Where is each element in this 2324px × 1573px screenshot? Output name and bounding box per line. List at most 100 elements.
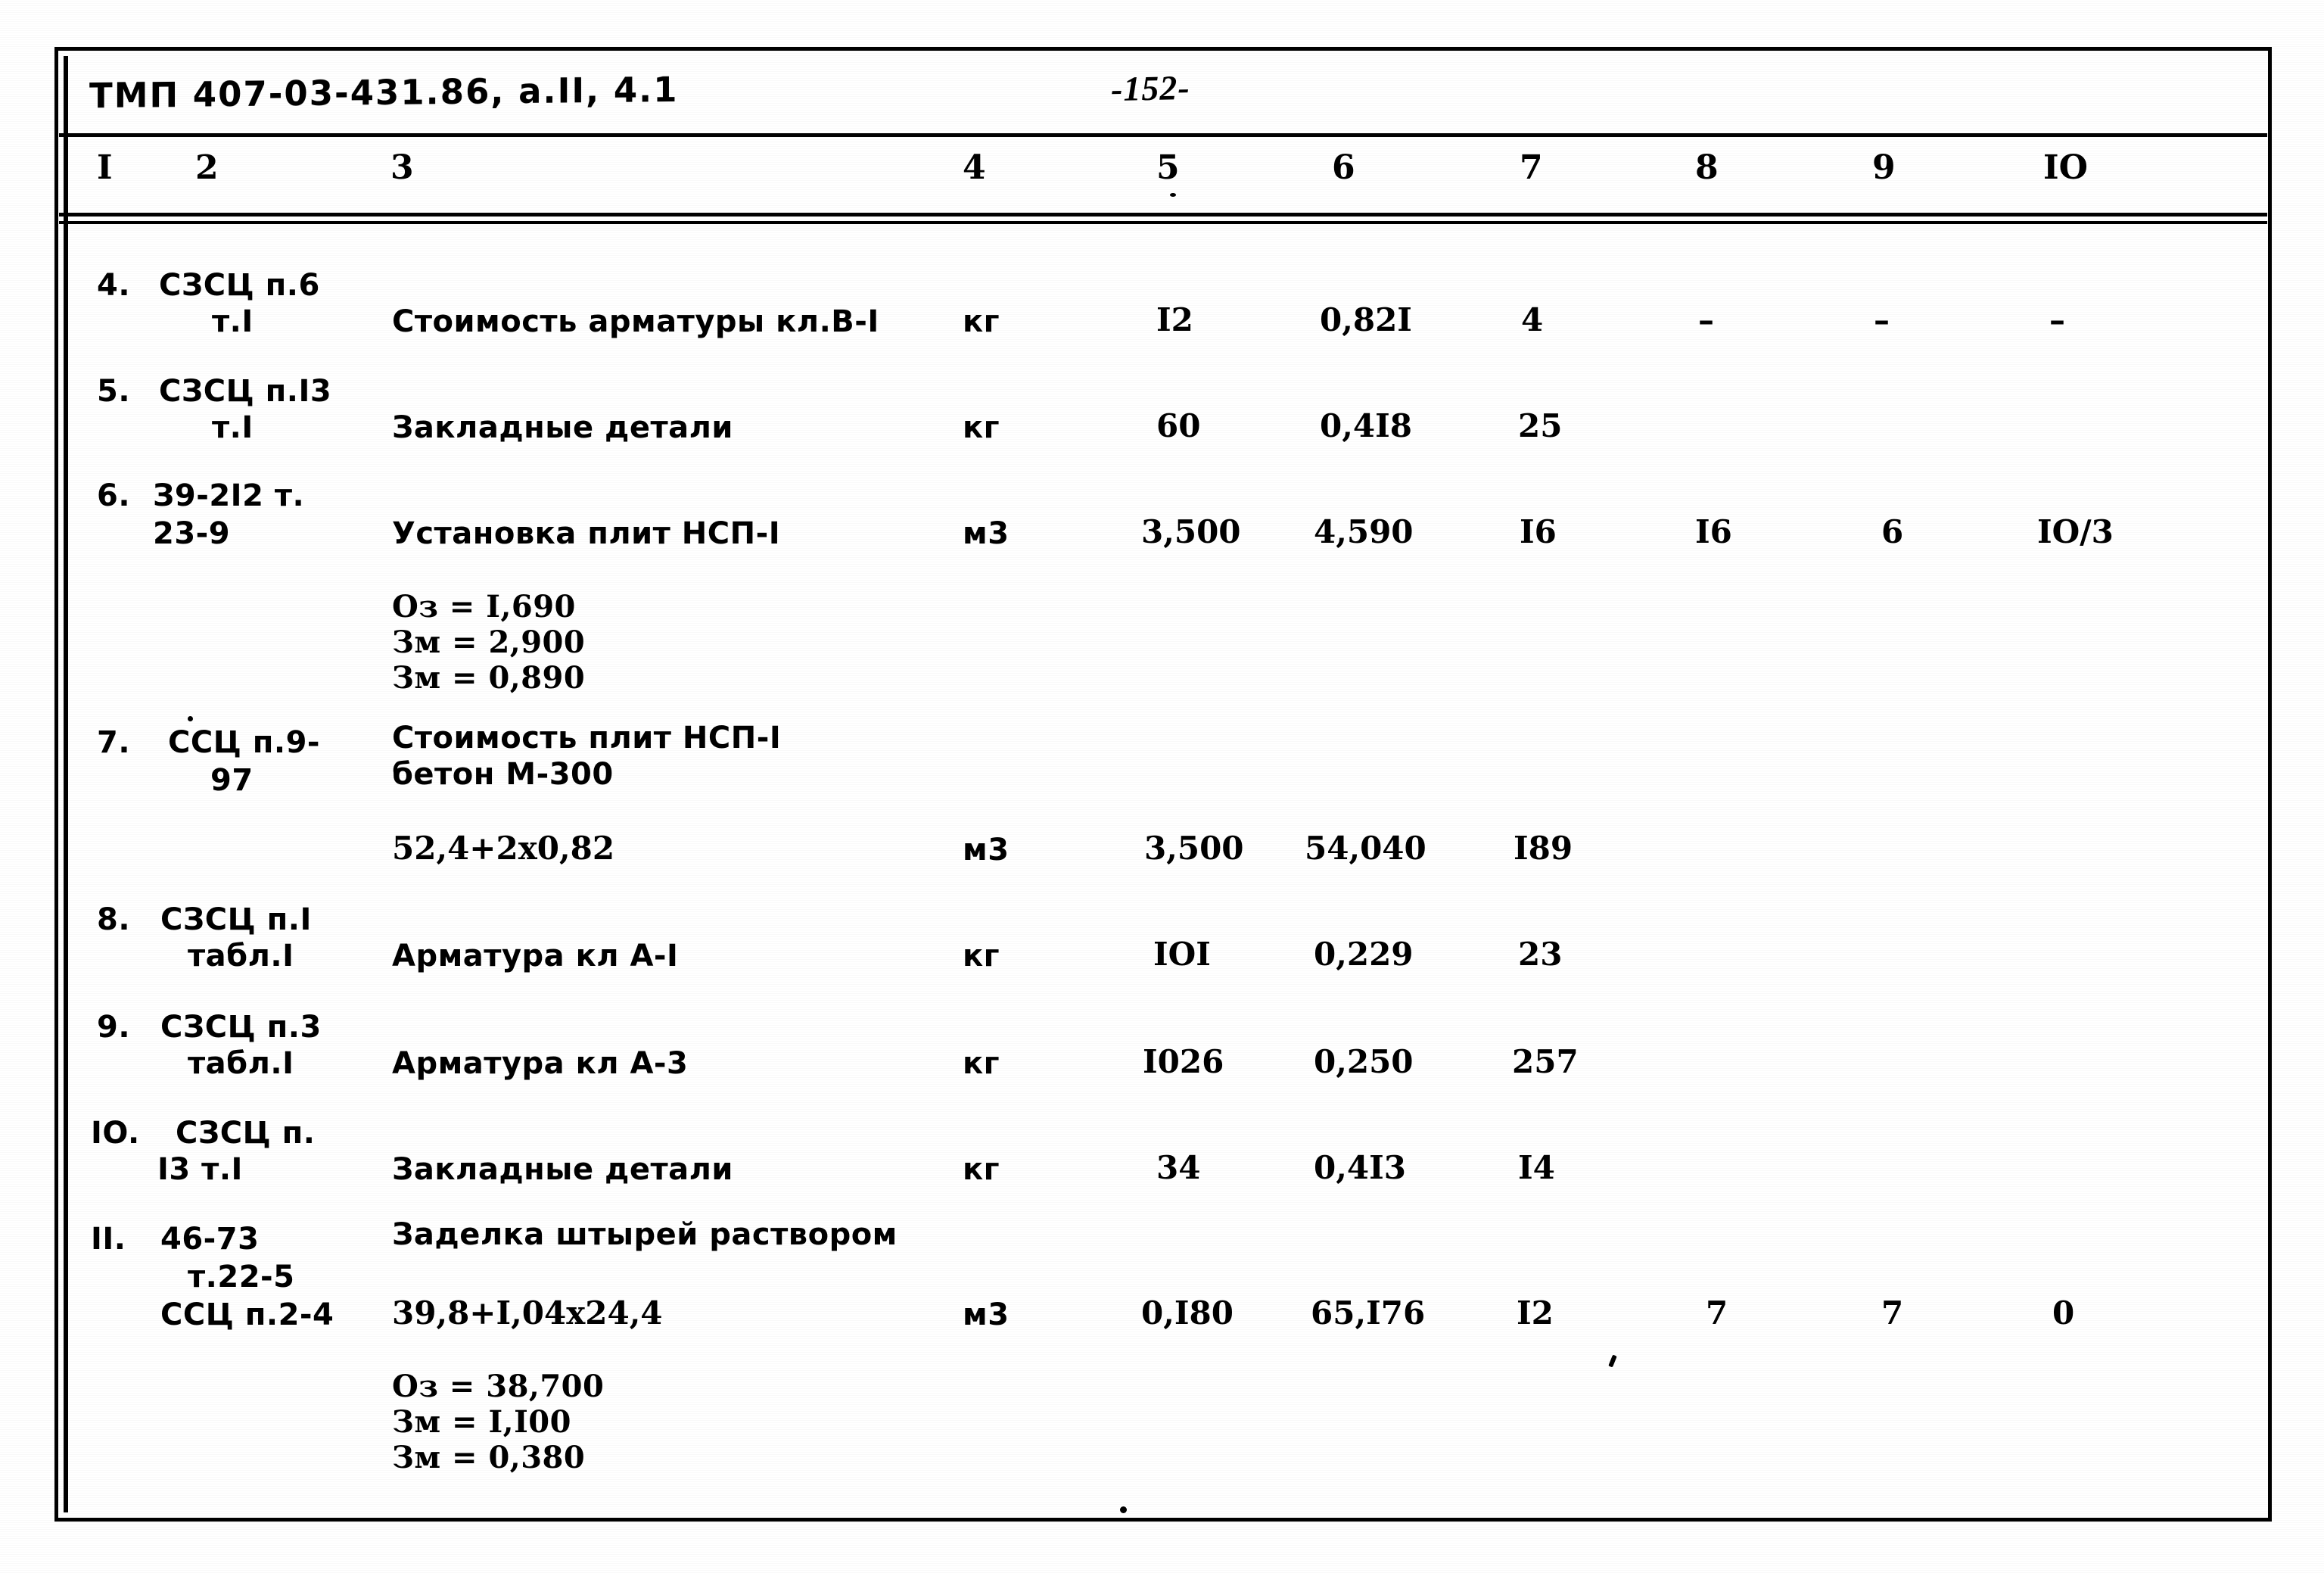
row-subline: Зм = I,I00 <box>392 1404 571 1440</box>
row-col5: I2 <box>1156 301 1193 338</box>
row-col5: 34 <box>1156 1149 1201 1186</box>
row-col7: 4 <box>1521 301 1544 338</box>
row-subline: Оз = 38,700 <box>392 1369 605 1404</box>
row-col7: 23 <box>1518 936 1563 973</box>
row-reference-1: СЗСЦ п.3 <box>160 1010 322 1045</box>
row-unit: кг <box>963 1046 1000 1081</box>
row-reference-3: ССЦ п.2-4 <box>160 1297 334 1332</box>
row-reference-2: т.I <box>212 410 254 445</box>
row-col5: 60 <box>1156 407 1201 444</box>
row-col5: 3,500 <box>1141 513 1241 550</box>
row-col6: 0,4I3 <box>1314 1149 1406 1186</box>
row-reference-2: I3 т.I <box>157 1152 243 1187</box>
row-col8: – <box>1698 301 1714 338</box>
row-col8: 7 <box>1706 1294 1728 1332</box>
row-number: 6. <box>97 478 131 513</box>
column-header-divider-bottom <box>59 221 2267 224</box>
row-reference-1: ССЦ п.9- <box>168 725 321 760</box>
row-col10: 0 <box>2052 1294 2075 1332</box>
row-col8: I6 <box>1695 513 1732 550</box>
row-number: 5. <box>97 374 131 409</box>
column-header-7: 7 <box>1520 148 1543 187</box>
row-reference-1: 46-73 <box>160 1222 260 1257</box>
row-description: Арматура кл А-3 <box>392 1046 689 1081</box>
row-col7: I2 <box>1517 1294 1554 1332</box>
row-unit: м3 <box>963 1297 1010 1332</box>
row-unit: кг <box>963 939 1000 973</box>
row-subline: Оз = I,690 <box>392 589 576 625</box>
row-number: 9. <box>97 1010 131 1045</box>
row-reference-2: 97 <box>210 763 254 798</box>
row-description: Стоимость плит НСП-I <box>392 721 782 755</box>
row-col6: 65,I76 <box>1311 1294 1426 1332</box>
row-number: 7. <box>97 725 131 760</box>
row-col10: – <box>2049 301 2065 338</box>
row-col9: 6 <box>1881 513 1904 550</box>
row-reference-2: т.I <box>212 304 254 339</box>
row-description: Установка плит НСП-I <box>392 516 781 551</box>
row-col9: – <box>1874 301 1890 338</box>
row-description: Арматура кл А-I <box>392 939 679 973</box>
row-col7: I6 <box>1520 513 1557 550</box>
row-reference-2: табл.I <box>188 1046 294 1081</box>
column-header-5: 5 <box>1156 148 1180 187</box>
row-formula: 39,8+I,04х24,4 <box>392 1294 663 1332</box>
row-number: 4. <box>97 268 131 303</box>
column-header-10: IO <box>2043 148 2088 187</box>
row-number: 8. <box>97 902 131 937</box>
row-description-2: бетон М-300 <box>392 757 614 792</box>
row-col6: 0,4I8 <box>1320 407 1412 444</box>
table-column-headers: I 2 3 4 5 6 7 8 9 IO <box>0 148 2324 209</box>
row-col10: IO/3 <box>2037 513 2114 550</box>
row-col7: 257 <box>1512 1043 1579 1080</box>
column-header-divider-top <box>59 213 2267 216</box>
row-col6: 0,250 <box>1314 1043 1414 1080</box>
row-unit: кг <box>963 410 1000 445</box>
scan-speck <box>1120 1506 1127 1513</box>
row-col7: I4 <box>1518 1149 1555 1186</box>
row-col7: I89 <box>1514 830 1573 867</box>
document-code: ТМП 407-03-431.86, а.II, 4.1 <box>89 69 679 117</box>
row-reference-1: СЗСЦ п.6 <box>159 268 320 303</box>
row-col5: I026 <box>1143 1043 1224 1080</box>
row-formula: 52,4+2х0,82 <box>392 830 615 867</box>
scan-speck <box>188 716 193 721</box>
row-subline: Зм = 0,890 <box>392 660 586 696</box>
row-description: Закладные детали <box>392 1152 733 1187</box>
row-reference-1: З9-2I2 т. <box>153 478 305 513</box>
row-number: II. <box>91 1222 126 1257</box>
header-divider-rule <box>59 133 2267 137</box>
row-reference-2: 23-9 <box>153 516 231 551</box>
row-reference-1: СЗСЦ п. <box>176 1116 316 1151</box>
scan-speck <box>1170 193 1176 197</box>
row-subline: Зм = 2,900 <box>392 625 586 660</box>
row-col6: 54,040 <box>1305 830 1426 867</box>
row-reference-2: табл.I <box>188 939 294 973</box>
row-col5: IOI <box>1153 936 1211 973</box>
row-unit: м3 <box>963 516 1010 551</box>
column-header-9: 9 <box>1872 148 1896 187</box>
row-description: Заделка штырей раствором <box>392 1217 898 1252</box>
row-unit: кг <box>963 1152 1000 1187</box>
column-header-3: 3 <box>390 148 414 187</box>
row-col5: 0,I80 <box>1141 1294 1234 1332</box>
document-page: ТМП 407-03-431.86, а.II, 4.1 -152- I 2 3… <box>0 0 2324 1573</box>
row-col6: 4,590 <box>1314 513 1414 550</box>
row-col6: 0,82I <box>1320 301 1412 338</box>
row-unit: м3 <box>963 833 1010 867</box>
column-header-1: I <box>97 148 113 187</box>
column-header-4: 4 <box>963 148 986 187</box>
row-col5: 3,500 <box>1144 830 1244 867</box>
row-reference-1: СЗСЦ п.I3 <box>159 374 332 409</box>
table-body: 4. СЗСЦ п.6 т.I Стоимость арматуры кл.В-… <box>0 227 2324 1514</box>
row-reference-2: т.22-5 <box>188 1260 295 1294</box>
row-number: IO. <box>91 1116 140 1151</box>
row-col9: 7 <box>1881 1294 1904 1332</box>
row-reference-1: СЗСЦ п.I <box>160 902 312 937</box>
column-header-6: 6 <box>1332 148 1355 187</box>
document-header: ТМП 407-03-431.86, а.II, 4.1 -152- <box>59 51 2267 133</box>
row-unit: кг <box>963 304 1000 339</box>
row-description: Закладные детали <box>392 410 733 445</box>
row-description: Стоимость арматуры кл.В-I <box>392 304 879 339</box>
column-header-8: 8 <box>1695 148 1719 187</box>
